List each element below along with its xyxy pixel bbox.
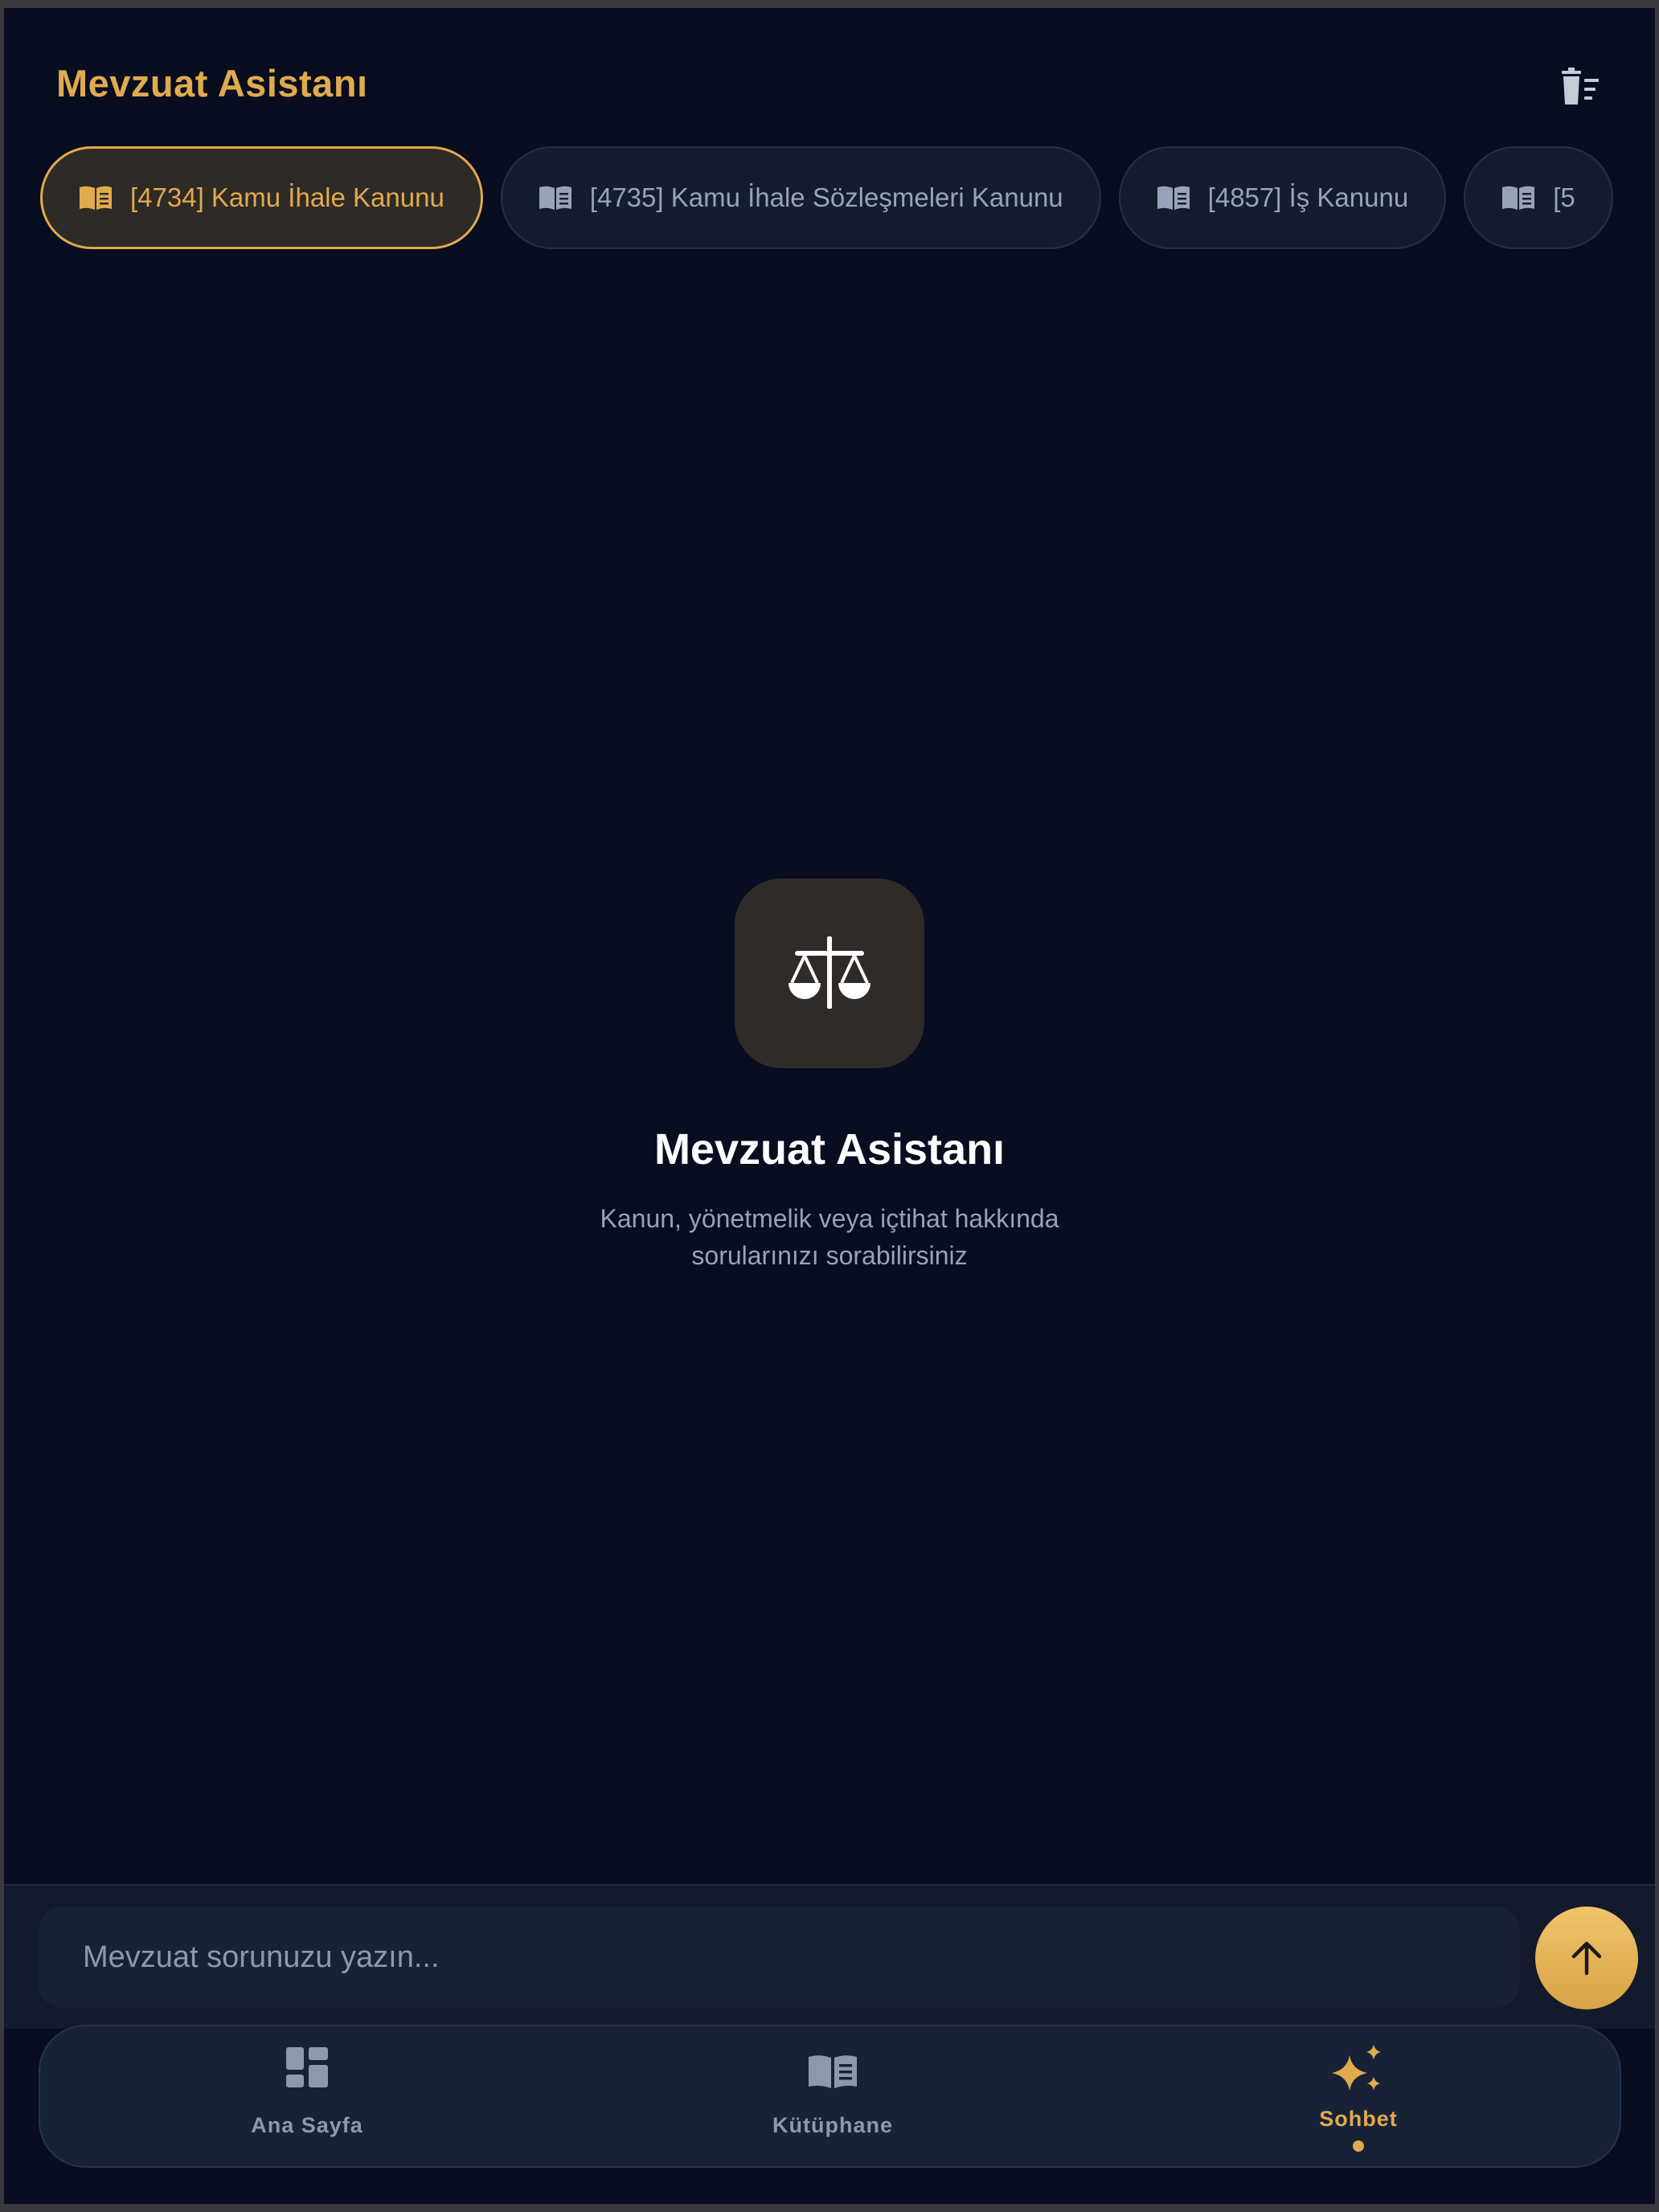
nav-label: Kütüphane — [772, 2113, 893, 2137]
active-indicator-dot — [1353, 2140, 1364, 2152]
empty-state-logo — [735, 879, 924, 1068]
clear-chat-button[interactable] — [1554, 63, 1605, 111]
empty-state: Mevzuat Asistanı Kanun, yönetmelik veya … — [4, 879, 1655, 1274]
arrow-up-icon — [1571, 1941, 1602, 1976]
header: Mevzuat Asistanı — [4, 8, 1655, 137]
empty-state-title: Mevzuat Asistanı — [653, 1125, 1006, 1174]
message-input[interactable] — [39, 1907, 1520, 2008]
nav-label: Ana Sayfa — [251, 2113, 363, 2137]
chip-4735[interactable]: [4735] Kamu İhale Sözleşmeleri Kanunu — [500, 146, 1101, 249]
chip-4857[interactable]: [4857] İş Kanunu — [1118, 146, 1447, 249]
empty-state-subtitle: Kanun, yönetmelik veya içtihat hakkında … — [600, 1204, 1059, 1270]
nav-item-home[interactable]: Ana Sayfa — [146, 2026, 468, 2169]
book-icon — [79, 185, 113, 211]
law-chip-list: [4734] Kamu İhale Kanunu [4735] Kamu İha… — [40, 146, 1613, 249]
nav-item-chat[interactable]: Sohbet — [1198, 2026, 1519, 2169]
send-button[interactable] — [1535, 1907, 1638, 2009]
bottom-navigation: Ana Sayfa Kütüphane Sohbet — [39, 2025, 1621, 2168]
chip-partial[interactable]: [5 — [1464, 146, 1613, 249]
clear-all-icon — [1562, 68, 1599, 104]
dashboard-icon — [286, 2047, 328, 2087]
chip-label: [4734] Kamu İhale Kanunu — [130, 182, 444, 212]
book-icon — [1157, 185, 1190, 211]
composer-bar — [4, 1884, 1655, 2029]
nav-label: Sohbet — [1319, 2107, 1398, 2131]
sparkles-icon — [1332, 2044, 1381, 2091]
nav-item-library[interactable]: Kütüphane — [672, 2026, 993, 2169]
app-frame: Mevzuat Asistanı [4734] Kamu İhale Kanun… — [4, 8, 1655, 2204]
chip-label: [5 — [1553, 182, 1575, 212]
book-icon — [539, 185, 572, 211]
chip-label: [4857] İş Kanunu — [1207, 182, 1409, 212]
app-title: Mevzuat Asistanı — [56, 62, 368, 104]
chip-4734[interactable]: [4734] Kamu İhale Kanunu — [40, 146, 483, 249]
book-icon — [809, 2055, 857, 2088]
book-icon — [1501, 185, 1535, 211]
chip-label: [4735] Kamu İhale Sözleşmeleri Kanunu — [589, 182, 1063, 212]
scales-icon — [789, 936, 870, 1009]
